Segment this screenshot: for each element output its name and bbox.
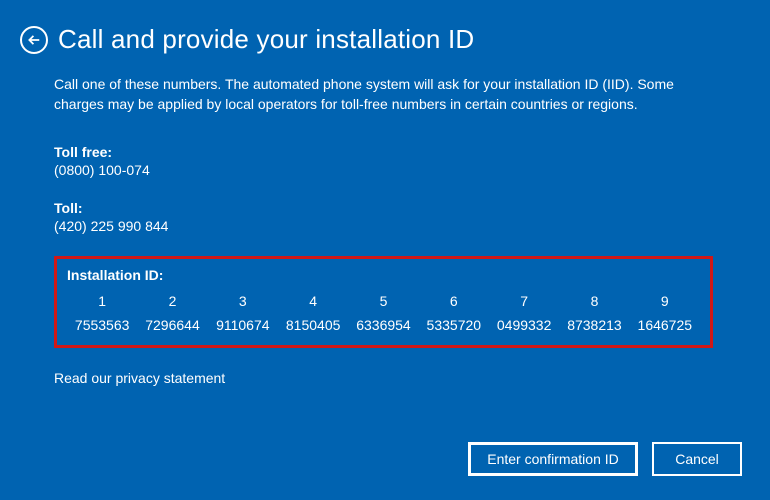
iid-value: 7553563 — [67, 317, 137, 333]
iid-value: 7296644 — [137, 317, 207, 333]
installation-id-label: Installation ID: — [67, 267, 700, 283]
iid-index: 4 — [278, 293, 348, 309]
page-title: Call and provide your installation ID — [58, 24, 474, 55]
iid-index: 6 — [419, 293, 489, 309]
iid-index: 1 — [67, 293, 137, 309]
toll-label: Toll: — [54, 200, 716, 216]
cancel-button[interactable]: Cancel — [652, 442, 742, 476]
enter-confirmation-id-button[interactable]: Enter confirmation ID — [468, 442, 638, 476]
iid-column: 6 5335720 — [419, 293, 489, 333]
iid-column: 7 0499332 — [489, 293, 559, 333]
iid-value: 8738213 — [559, 317, 629, 333]
back-button[interactable] — [20, 26, 48, 54]
iid-index: 3 — [208, 293, 278, 309]
installation-id-table: 1 7553563 2 7296644 3 9110674 4 8150405 … — [67, 293, 700, 333]
iid-value: 6336954 — [348, 317, 418, 333]
iid-column: 1 7553563 — [67, 293, 137, 333]
iid-index: 7 — [489, 293, 559, 309]
toll-section: Toll: (420) 225 990 844 — [54, 200, 716, 234]
iid-index: 2 — [137, 293, 207, 309]
toll-free-number: (0800) 100-074 — [54, 162, 716, 178]
iid-value: 5335720 — [419, 317, 489, 333]
iid-column: 2 7296644 — [137, 293, 207, 333]
iid-value: 8150405 — [278, 317, 348, 333]
iid-index: 8 — [559, 293, 629, 309]
iid-column: 5 6336954 — [348, 293, 418, 333]
toll-number: (420) 225 990 844 — [54, 218, 716, 234]
instructions-text: Call one of these numbers. The automated… — [54, 75, 716, 114]
toll-free-section: Toll free: (0800) 100-074 — [54, 144, 716, 178]
iid-value: 1646725 — [630, 317, 700, 333]
arrow-left-icon — [27, 33, 41, 47]
toll-free-label: Toll free: — [54, 144, 716, 160]
iid-column: 4 8150405 — [278, 293, 348, 333]
iid-index: 9 — [630, 293, 700, 309]
iid-column: 3 9110674 — [208, 293, 278, 333]
iid-column: 9 1646725 — [630, 293, 700, 333]
privacy-statement-link[interactable]: Read our privacy statement — [54, 370, 716, 386]
installation-id-box: Installation ID: 1 7553563 2 7296644 3 9… — [54, 256, 713, 348]
iid-column: 8 8738213 — [559, 293, 629, 333]
iid-value: 0499332 — [489, 317, 559, 333]
iid-value: 9110674 — [208, 317, 278, 333]
iid-index: 5 — [348, 293, 418, 309]
